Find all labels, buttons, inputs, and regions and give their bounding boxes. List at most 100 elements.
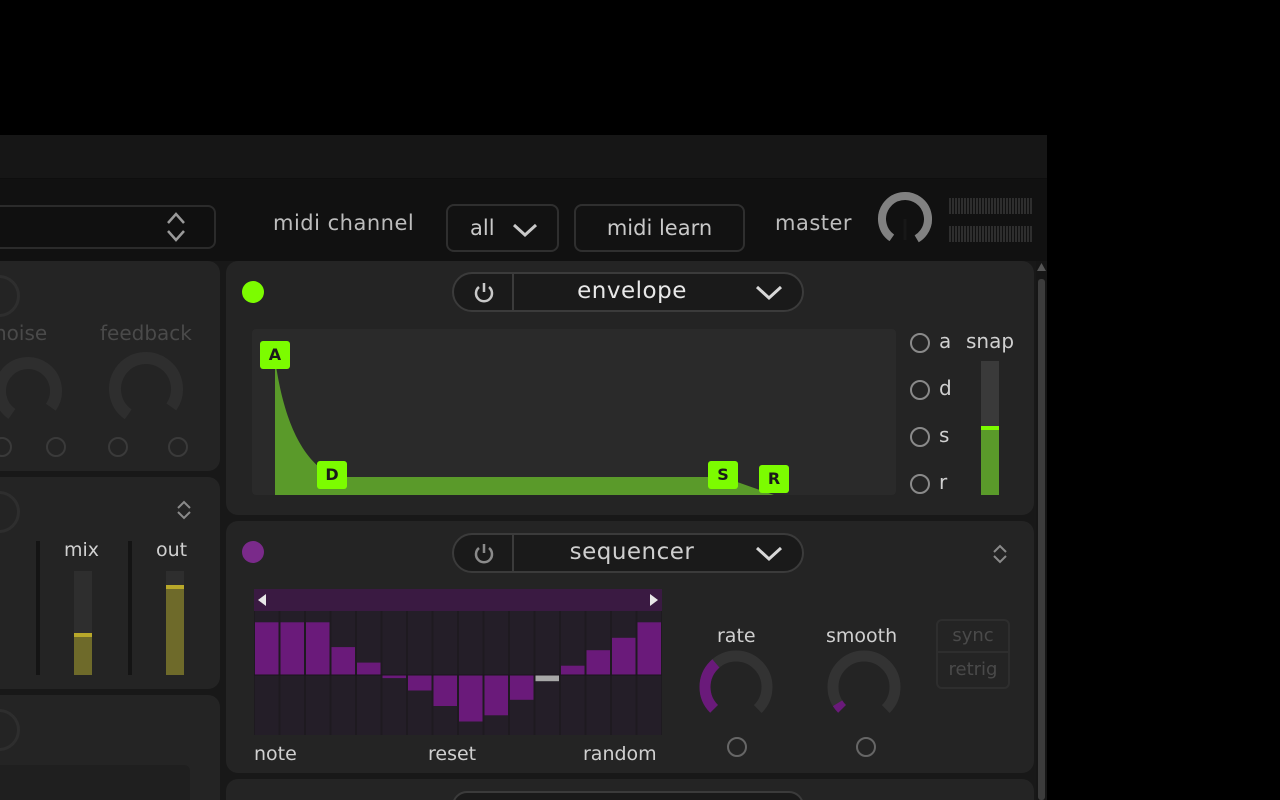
output-power-toggle[interactable] [0,491,20,533]
note-label[interactable]: note [254,743,297,765]
sequencer-step-bg [484,611,508,735]
right-arrow-icon[interactable] [650,594,658,606]
power-icon [474,544,494,564]
feedback-mod-radio[interactable] [108,437,128,457]
out-slider[interactable] [166,571,184,675]
master-volume-knob[interactable] [876,190,934,248]
smooth-mod-radio[interactable] [856,737,876,757]
up-down-arrows-icon[interactable] [166,209,186,245]
midi-channel-value: all [470,216,495,240]
radio-r[interactable] [910,474,930,494]
sequencer-module: sequencer note reset random rate smooth … [226,521,1034,773]
envelope-status-indicator [242,281,264,303]
noise-knob[interactable] [0,355,64,427]
sequencer-step-bg [382,611,406,735]
envelope-curve [275,359,774,495]
retrig-button[interactable]: retrig [938,655,1008,687]
sequencer-step [535,675,559,682]
sequencer-grid[interactable] [254,589,662,735]
sequencer-step [280,622,304,675]
sequencer-header: sequencer [452,533,804,573]
radio-s[interactable] [910,427,930,447]
top-toolbar: midi channel all midi learn master [0,179,1047,261]
next-module-header [452,791,804,800]
envelope-power-button[interactable] [454,274,514,310]
radio-s-label: s [939,423,950,447]
sequencer-step [408,675,432,691]
sequencer-power-button[interactable] [454,535,514,571]
radio-d-label: d [939,376,952,400]
chevron-down-icon [512,223,538,238]
sequencer-step [433,675,457,706]
sequencer-step [561,665,585,675]
scrollbar-thumb[interactable] [1038,279,1045,800]
left-power-toggle[interactable] [0,275,20,317]
lower-power-toggle[interactable] [0,709,20,751]
envelope-title[interactable]: envelope [512,278,752,304]
smooth-knob[interactable] [824,647,904,727]
sequencer-step [255,622,279,675]
snap-slider[interactable] [981,361,999,495]
sequencer-step-bg [510,611,534,735]
sequencer-step [484,675,508,716]
random-label[interactable]: random [583,743,657,765]
preset-selector[interactable] [0,205,216,249]
sequencer-step-bg [408,611,432,735]
rate-mod-radio[interactable] [727,737,747,757]
radio-d[interactable] [910,380,930,400]
envelope-point-release[interactable]: R [759,465,789,493]
left-arrow-icon[interactable] [258,594,266,606]
title-bar [0,135,1047,179]
envelope-point-attack[interactable]: A [260,341,290,369]
scroll-up-arrow-icon[interactable] [1037,263,1046,271]
sequencer-steps [254,611,662,735]
lower-display [0,765,190,800]
midi-channel-dropdown[interactable]: all [446,204,559,252]
up-down-arrows-icon[interactable] [992,543,1008,565]
level-meter [949,198,1032,242]
smooth-label: smooth [826,625,898,647]
envelope-point-decay[interactable]: D [317,461,347,489]
sequencer-step [357,662,381,675]
chevron-down-icon[interactable] [754,543,784,563]
left-output-panel: mix out [0,477,220,689]
sequencer-step [612,637,636,675]
sequencer-step [637,622,661,675]
radio-a-label: a [939,329,952,353]
noise-mod-radio-2[interactable] [46,437,66,457]
left-lower-panel [0,695,220,800]
mix-slider[interactable] [74,571,92,675]
knob-track [827,650,901,724]
power-icon [474,283,494,303]
feedback-mod-radio-2[interactable] [168,437,188,457]
left-effect-panel: noise feedback [0,261,220,471]
synth-window: midi channel all midi learn master noise… [0,135,1047,800]
divider [128,541,132,675]
reset-label[interactable]: reset [428,743,476,765]
radio-a[interactable] [910,333,930,353]
snap-label: snap [966,329,1015,353]
sequencer-title[interactable]: sequencer [512,539,752,565]
envelope-graph[interactable]: A D S R [252,329,896,495]
sequencer-range-bar[interactable] [254,589,662,611]
noise-mod-radio[interactable] [0,437,12,457]
feedback-label: feedback [100,321,192,345]
sequencer-step [331,647,355,675]
chevron-down-icon[interactable] [754,282,784,302]
sequencer-step [586,650,610,675]
sequencer-step-bg [433,611,457,735]
sequencer-step [510,675,534,700]
radio-r-label: r [939,470,948,494]
up-down-arrows-icon[interactable] [176,499,192,521]
sync-button[interactable]: sync [938,621,1008,653]
noise-label: noise [0,321,48,345]
midi-channel-label: midi channel [273,211,415,235]
sequencer-step [459,675,483,722]
mix-label: mix [64,539,100,561]
envelope-point-sustain[interactable]: S [708,461,738,489]
feedback-knob[interactable] [106,349,186,429]
midi-learn-button[interactable]: midi learn [574,204,745,252]
out-label: out [156,539,188,561]
scrollbar-track[interactable] [1036,261,1047,800]
rate-knob[interactable] [696,647,776,727]
